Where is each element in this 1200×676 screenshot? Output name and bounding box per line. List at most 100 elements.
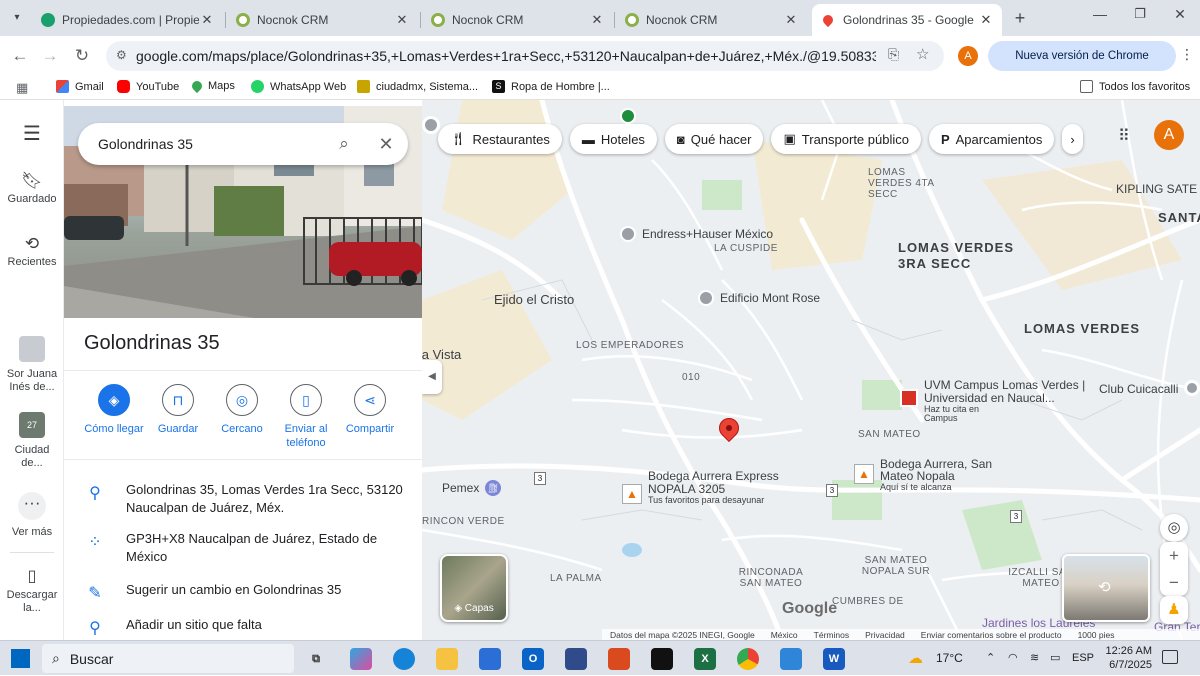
install-app-icon[interactable]: ⎘ — [888, 46, 899, 63]
tab-google-maps[interactable]: Golondrinas 35 - Google Ma ✕ — [812, 4, 1002, 36]
footer-terms-link[interactable]: Términos — [814, 630, 849, 640]
taskbar-search[interactable]: ⌕ Buscar — [42, 644, 294, 673]
start-windows-icon[interactable] — [11, 649, 30, 668]
bookmark-maps[interactable]: Maps — [189, 78, 235, 94]
profile-avatar[interactable]: A — [958, 46, 978, 66]
endress-poi[interactable]: Endress+Hauser México — [620, 226, 773, 242]
plus-code-row[interactable]: ⁘ GP3H+X8 Naucalpan de Juárez, Estado de… — [64, 530, 422, 566]
bookmark-whatsapp[interactable]: WhatsApp Web — [251, 80, 346, 93]
chip-restaurants[interactable]: 🍴︎ Restaurantes — [438, 124, 562, 154]
directions-button[interactable]: ◈ Cómo llegar — [78, 384, 150, 436]
tab-nocnok-3[interactable]: Nocnok CRM ✕ — [617, 4, 807, 36]
close-icon[interactable]: ✕ — [589, 12, 605, 28]
chrome-update-button[interactable]: Nueva versión de Chrome disponible — [988, 41, 1176, 92]
office-icon[interactable] — [608, 648, 630, 670]
store-icon[interactable] — [479, 648, 501, 670]
photos-icon[interactable] — [780, 648, 802, 670]
save-button[interactable]: ⊓ Guardar — [142, 384, 214, 436]
street-view-photo[interactable]: Golondrinas 35 ⌕ ✕ — [64, 106, 422, 318]
recents-button[interactable]: ⟲ Recientes — [0, 235, 64, 269]
zoom-out-button[interactable]: − — [1160, 569, 1188, 596]
outlook-icon[interactable]: O — [522, 648, 544, 670]
new-tab-button[interactable]: + — [1010, 8, 1030, 28]
address-bar[interactable]: ⚙ google.com/maps/place/Golondrinas+35,+… — [106, 41, 944, 71]
chrome-menu-icon[interactable]: ⋮ — [1180, 46, 1194, 63]
file-explorer-icon[interactable] — [436, 648, 458, 670]
share-button[interactable]: ⋖ Compartir — [334, 384, 406, 436]
more-button[interactable]: ··· Ver más — [0, 492, 64, 539]
forward-button[interactable]: → — [38, 44, 62, 68]
apps-grid-icon[interactable]: ⠿ — [1118, 126, 1130, 146]
word-icon[interactable]: W — [823, 648, 845, 670]
recent-place-sor-juana[interactable]: Sor Juana Inés de... — [0, 336, 64, 394]
show-hidden-icons[interactable]: ⌃ — [986, 641, 995, 676]
menu-button[interactable]: ☰ — [0, 124, 64, 147]
app-icon[interactable] — [565, 648, 587, 670]
search-icon[interactable]: ⌕ — [324, 134, 364, 154]
capcut-icon[interactable] — [651, 648, 673, 670]
weather-icon[interactable]: ☁ — [908, 649, 923, 667]
collapse-panel-button[interactable]: ◀ — [422, 360, 442, 394]
chip-things-to-do[interactable]: ◙ Qué hacer — [664, 124, 764, 154]
zoom-in-button[interactable]: + — [1160, 542, 1188, 569]
saved-button[interactable]: 🔖︎ Guardado — [0, 172, 64, 206]
bookmark-ropa[interactable]: S Ropa de Hombre |... — [492, 80, 610, 93]
street-view-thumbnail[interactable]: ⟲ — [1062, 554, 1150, 622]
battery-icon[interactable]: ▭ — [1050, 641, 1060, 676]
layers-button[interactable]: ◈ Capas — [440, 554, 508, 622]
close-icon[interactable]: ✕ — [783, 12, 799, 28]
download-app-button[interactable]: ▯ Descargar la... — [0, 569, 64, 615]
chip-more-scroll[interactable]: › — [1062, 124, 1083, 154]
close-icon[interactable]: ✕ — [978, 12, 994, 28]
tab-search-button[interactable]: ▾ — [6, 8, 28, 28]
bookmark-gmail[interactable]: Gmail — [56, 80, 104, 93]
chip-hotels[interactable]: ▬ Hoteles — [569, 124, 657, 154]
reload-button[interactable]: ↻ — [70, 44, 94, 68]
network-icon[interactable]: ◠ — [1008, 641, 1018, 676]
search-box[interactable]: Golondrinas 35 ⌕ ✕ — [78, 123, 408, 165]
pemex-poi[interactable]: Pemex ⛽︎ — [442, 480, 502, 496]
recent-place-ciudad[interactable]: 27 Ciudad de... — [0, 412, 64, 470]
bodega-san-mateo-poi[interactable]: ▲ Bodega Aurrera, San Mateo Nopala Aquí … — [854, 458, 1010, 492]
footer-country[interactable]: México — [771, 630, 798, 640]
address-row[interactable]: ⚲ Golondrinas 35, Lomas Verdes 1ra Secc,… — [64, 481, 422, 517]
my-location-button[interactable]: ◎ — [1160, 514, 1188, 542]
account-avatar[interactable]: A — [1154, 120, 1184, 150]
copilot-icon[interactable] — [350, 648, 372, 670]
weather-temp[interactable]: 17°C — [936, 641, 963, 676]
window-close-button[interactable]: ✕ — [1168, 6, 1192, 23]
clear-search-icon[interactable]: ✕ — [364, 134, 408, 155]
bookmark-ciudadmx[interactable]: ciudadmx, Sistema... — [357, 80, 478, 93]
footer-feedback-link[interactable]: Enviar comentarios sobre el producto — [921, 630, 1062, 640]
uvm-poi[interactable]: UVM Campus Lomas Verdes | Universidad en… — [900, 379, 1104, 423]
chip-parking[interactable]: P Aparcamientos — [928, 124, 1055, 154]
close-icon[interactable]: ✕ — [394, 12, 410, 28]
tab-nocnok-2[interactable]: Nocnok CRM ✕ — [423, 4, 613, 36]
pegman-button[interactable]: ♟ — [1160, 596, 1188, 624]
mont-rose-poi[interactable]: Edificio Mont Rose — [698, 290, 820, 306]
bookmark-star-icon[interactable]: ☆ — [916, 45, 929, 63]
bodega-nopala-3205-poi[interactable]: ▲ Bodega Aurrera Express NOPALA 3205 Tus… — [622, 470, 788, 505]
wifi-icon[interactable]: ≋ — [1030, 641, 1039, 676]
tab-propiedades[interactable]: Propiedades.com | Propiedad ✕ — [33, 4, 223, 36]
notifications-icon[interactable] — [1162, 650, 1178, 664]
apps-grid-icon[interactable]: ▦ — [16, 80, 28, 96]
poi-pin-icon[interactable] — [1184, 380, 1200, 396]
nearby-button[interactable]: ◎ Cercano — [206, 384, 278, 436]
close-icon[interactable]: ✕ — [199, 12, 215, 28]
edge-icon[interactable] — [393, 648, 415, 670]
bookmark-youtube[interactable]: YouTube — [117, 80, 179, 93]
suggest-edit-row[interactable]: ✎ Sugerir un cambio en Golondrinas 35 — [64, 581, 422, 603]
back-button[interactable]: ← — [8, 44, 32, 68]
scale-bar[interactable]: 1000 pies — [1078, 630, 1115, 640]
search-input[interactable]: Golondrinas 35 — [98, 136, 324, 152]
map-canvas[interactable]: ◀ 🍴︎ Restaurantes ▬ Hoteles ◙ Qué hacer ▣ Tr… — [422, 100, 1200, 640]
site-info-icon[interactable]: ⚙ — [116, 48, 127, 62]
all-bookmarks[interactable]: Todos los favoritos — [1080, 80, 1190, 93]
restore-button[interactable]: ❐ — [1128, 6, 1152, 22]
chrome-icon[interactable] — [737, 648, 759, 670]
add-place-row[interactable]: ⚲ Añadir un sitio que falta — [64, 616, 422, 638]
chip-transit[interactable]: ▣ Transporte público — [771, 124, 921, 154]
tab-nocnok-1[interactable]: Nocnok CRM ✕ — [228, 4, 418, 36]
excel-icon[interactable]: X — [694, 648, 716, 670]
